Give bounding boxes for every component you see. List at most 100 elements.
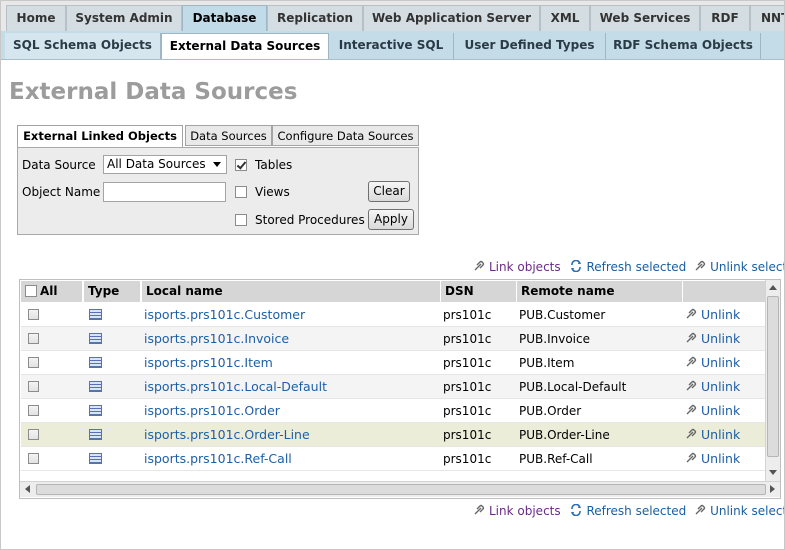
- scroll-down-icon[interactable]: [769, 470, 777, 475]
- stored-procedures-checkbox[interactable]: [235, 214, 247, 226]
- table-icon: [89, 381, 102, 392]
- chain-link-icon: [686, 380, 697, 391]
- tab-xml[interactable]: XML: [540, 5, 590, 31]
- data-source-value: All Data Sources: [107, 157, 206, 171]
- dsn-cell: prs101c: [443, 428, 492, 442]
- clear-button[interactable]: Clear: [368, 181, 410, 202]
- remote-name-cell: PUB.Customer: [519, 308, 606, 322]
- views-checkbox[interactable]: [235, 186, 247, 198]
- subtab-interactive-sql[interactable]: Interactive SQL: [329, 33, 454, 59]
- unlink-selected-label: Unlink selected: [710, 260, 784, 274]
- row-checkbox[interactable]: [28, 405, 39, 416]
- subtab-sql-schema-objects[interactable]: SQL Schema Objects: [5, 33, 161, 59]
- local-name-link[interactable]: isports.prs101c.Order-Line: [144, 423, 310, 447]
- row-checkbox[interactable]: [28, 381, 39, 392]
- header-all[interactable]: All: [21, 281, 83, 302]
- tab-system-admin[interactable]: System Admin: [66, 5, 182, 31]
- local-name-link[interactable]: isports.prs101c.Order: [144, 399, 280, 423]
- unlink-action[interactable]: Unlink: [685, 399, 740, 423]
- tab-database[interactable]: Database: [182, 5, 267, 31]
- dsn-cell: prs101c: [443, 332, 492, 346]
- unlink-action[interactable]: Unlink: [685, 447, 740, 471]
- tab-web-application-server[interactable]: Web Application Server: [363, 5, 540, 31]
- table-icon: [89, 357, 102, 368]
- scroll-right-icon[interactable]: [770, 485, 775, 493]
- tab-web-services[interactable]: Web Services: [590, 5, 700, 31]
- scroll-up-icon[interactable]: [769, 285, 777, 290]
- header-type: Type: [84, 281, 141, 302]
- header-remote-name: Remote name: [517, 281, 683, 302]
- chain-link-icon: [695, 260, 706, 271]
- stored-procedures-label: Stored Procedures: [255, 213, 365, 227]
- dsn-cell: prs101c: [443, 308, 492, 322]
- link-objects-action-bottom[interactable]: Link objects: [473, 504, 564, 518]
- refresh-icon: [571, 260, 582, 272]
- unlink-label: Unlink: [701, 307, 741, 322]
- chain-link-icon: [695, 504, 706, 515]
- horizontal-scrollbar[interactable]: [20, 481, 780, 497]
- chain-link-icon: [474, 260, 485, 271]
- subtab-user-defined-types[interactable]: User Defined Types: [454, 33, 606, 59]
- row-checkbox[interactable]: [28, 453, 39, 464]
- link-objects-action[interactable]: Link objects: [473, 260, 564, 274]
- unlink-label: Unlink: [701, 331, 741, 346]
- header-local-name: Local name: [142, 281, 441, 302]
- row-checkbox[interactable]: [28, 309, 39, 320]
- dsn-cell: prs101c: [443, 452, 492, 466]
- tab-data-sources[interactable]: Data Sources: [185, 125, 272, 146]
- unlink-label: Unlink: [701, 427, 741, 442]
- vertical-scroll-thumb[interactable]: [767, 296, 779, 457]
- sub-nav: SQL Schema Objects External Data Sources…: [1, 31, 784, 60]
- refresh-selected-action-bottom[interactable]: Refresh selected: [570, 504, 690, 518]
- dsn-cell: prs101c: [443, 356, 492, 370]
- table-icon: [89, 333, 102, 344]
- unlink-selected-action-bottom[interactable]: Unlink selected: [694, 504, 784, 518]
- subtab-external-data-sources[interactable]: External Data Sources: [161, 33, 329, 59]
- chain-link-icon: [686, 452, 697, 463]
- unlink-action[interactable]: Unlink: [685, 303, 740, 327]
- refresh-selected-label: Refresh selected: [586, 260, 687, 274]
- refresh-icon: [571, 504, 582, 516]
- vertical-scrollbar[interactable]: [765, 280, 780, 481]
- tables-checkbox[interactable]: [235, 159, 247, 171]
- unlink-action[interactable]: Unlink: [685, 327, 740, 351]
- page-frame: Home System Admin Database Replication W…: [0, 0, 785, 550]
- local-name-link[interactable]: isports.prs101c.Local-Default: [144, 375, 327, 399]
- unlink-action[interactable]: Unlink: [685, 423, 740, 447]
- refresh-selected-action[interactable]: Refresh selected: [570, 260, 690, 274]
- scroll-left-icon[interactable]: [25, 485, 30, 493]
- refresh-selected-label-bottom: Refresh selected: [586, 504, 687, 518]
- unlink-action[interactable]: Unlink: [685, 351, 740, 375]
- tab-nntp[interactable]: NNT: [750, 5, 784, 31]
- unlink-label: Unlink: [701, 355, 741, 370]
- row-checkbox[interactable]: [28, 333, 39, 344]
- unlink-selected-action[interactable]: Unlink selected: [694, 260, 784, 274]
- object-name-input[interactable]: [103, 182, 226, 202]
- local-name-link[interactable]: isports.prs101c.Invoice: [144, 327, 289, 351]
- remote-name-cell: PUB.Invoice: [519, 332, 590, 346]
- data-source-label: Data Source: [22, 158, 96, 172]
- horizontal-scroll-thumb[interactable]: [36, 484, 766, 495]
- row-checkbox[interactable]: [28, 429, 39, 440]
- tab-rdf[interactable]: RDF: [700, 5, 750, 31]
- filter-panel: Data Source All Data Sources Object Name…: [17, 147, 419, 235]
- unlink-action[interactable]: Unlink: [685, 375, 740, 399]
- local-name-link[interactable]: isports.prs101c.Item: [144, 351, 273, 375]
- select-all-checkbox[interactable]: [25, 285, 37, 297]
- subtab-rdf-schema-objects[interactable]: RDF Schema Objects: [606, 33, 761, 59]
- tab-external-linked-objects[interactable]: External Linked Objects: [17, 125, 183, 148]
- remote-name-cell: PUB.Order: [519, 404, 582, 418]
- chain-link-icon: [686, 404, 697, 415]
- local-name-link[interactable]: isports.prs101c.Customer: [144, 303, 305, 327]
- row-checkbox[interactable]: [28, 357, 39, 368]
- dsn-cell: prs101c: [443, 404, 492, 418]
- tab-configure-data-sources[interactable]: Configure Data Sources: [272, 125, 419, 146]
- page-title: External Data Sources: [9, 79, 298, 105]
- tab-replication[interactable]: Replication: [267, 5, 363, 31]
- object-name-label: Object Name: [22, 185, 101, 199]
- tab-home[interactable]: Home: [6, 5, 66, 31]
- apply-button[interactable]: Apply: [368, 209, 414, 230]
- data-source-select[interactable]: All Data Sources: [103, 155, 227, 174]
- table-row: isports.prs101c.Customer prs101c PUB.Custo…: [21, 303, 766, 327]
- local-name-link[interactable]: isports.prs101c.Ref-Call: [144, 447, 292, 471]
